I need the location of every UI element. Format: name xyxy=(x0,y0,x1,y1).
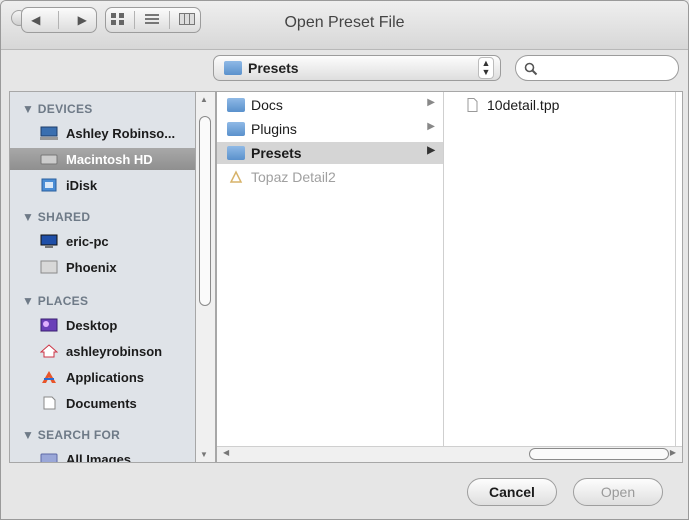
home-icon xyxy=(40,344,58,358)
back-arrow-icon[interactable]: ◀ xyxy=(31,13,40,27)
icon-view-icon[interactable] xyxy=(110,12,125,28)
list-item[interactable]: Plugins ▶ xyxy=(217,118,443,140)
smart-folder-icon xyxy=(40,453,58,462)
server-icon xyxy=(40,260,58,274)
sidebar-item-label: Desktop xyxy=(66,318,118,333)
sidebar-item-eric-pc[interactable]: eric-pc xyxy=(10,230,195,252)
horizontal-scrollbar[interactable]: ◀ ▶ xyxy=(217,446,682,462)
devices-heading: ▼ DEVICES xyxy=(22,102,93,116)
sidebar-item-label: eric-pc xyxy=(66,234,109,249)
sidebar-item-label: ashleyrobinson xyxy=(66,344,163,359)
horizontal-scroll-thumb[interactable] xyxy=(529,448,669,460)
sidebar-item-ashley-robinson[interactable]: Ashley Robinso... xyxy=(10,122,195,144)
sidebar: ▼ DEVICES Ashley Robinso... Macintosh HD… xyxy=(9,91,196,463)
sidebar-item-all-images[interactable]: All Images xyxy=(10,448,195,463)
cancel-button[interactable]: Cancel xyxy=(467,478,557,506)
sidebar-item-label: Macintosh HD xyxy=(66,152,153,167)
search-field[interactable] xyxy=(515,55,679,81)
scroll-left-icon[interactable]: ◀ xyxy=(223,448,229,457)
list-item[interactable]: Docs ▶ xyxy=(217,94,443,116)
sidebar-item-label: Phoenix xyxy=(66,260,117,275)
disclosure-arrow-icon: ▶ xyxy=(427,97,435,108)
scroll-down-icon[interactable]: ▼ xyxy=(200,450,208,459)
open-button[interactable]: Open xyxy=(573,478,663,506)
item-label: Presets xyxy=(251,145,302,161)
location-popup[interactable]: Presets ▲ ▼ xyxy=(213,55,501,81)
sidebar-item-label: Applications xyxy=(66,370,145,385)
sidebar-item-idisk[interactable]: iDisk xyxy=(10,174,195,196)
back-forward-control: ◀ ▶ xyxy=(21,7,97,33)
list-item[interactable]: Presets ▶ xyxy=(217,142,443,164)
folder-icon xyxy=(224,61,242,75)
computer-icon xyxy=(40,126,58,140)
folder-icon xyxy=(227,122,245,136)
scroll-up-icon[interactable]: ▲ xyxy=(200,95,208,104)
documents-icon xyxy=(43,396,56,410)
sidebar-item-label: Documents xyxy=(66,396,137,411)
sidebar-item-label: All Images xyxy=(66,452,132,463)
shared-heading: ▼ SHARED xyxy=(22,210,91,224)
item-label: Plugins xyxy=(251,121,297,137)
item-label: Docs xyxy=(251,97,283,113)
applications-icon xyxy=(42,371,56,383)
list-item[interactable]: 10detail.tpp xyxy=(443,94,675,116)
column-divider[interactable] xyxy=(443,92,444,462)
hard-drive-icon xyxy=(40,154,58,165)
location-label: Presets xyxy=(248,60,299,76)
sidebar-item-macintosh-hd[interactable]: Macintosh HD xyxy=(10,148,195,170)
folder-icon xyxy=(227,146,245,160)
sidebar-item-documents[interactable]: Documents xyxy=(10,392,195,414)
column-browser: Docs ▶ Plugins ▶ Presets ▶ Topaz Detail2… xyxy=(216,91,683,463)
item-label: 10detail.tpp xyxy=(487,97,560,113)
sidebar-item-desktop[interactable]: Desktop xyxy=(10,314,195,336)
sidebar-scroll-thumb[interactable] xyxy=(199,116,211,306)
disclosure-arrow-icon: ▶ xyxy=(427,145,435,156)
sidebar-item-label: Ashley Robinso... xyxy=(66,126,176,141)
sidebar-item-applications[interactable]: Applications xyxy=(10,366,195,388)
forward-arrow-icon[interactable]: ▶ xyxy=(78,13,87,27)
folder-icon xyxy=(227,98,245,112)
document-icon xyxy=(467,98,478,112)
pc-icon xyxy=(40,234,58,248)
item-label: Topaz Detail2 xyxy=(251,169,336,185)
sidebar-item-label: iDisk xyxy=(66,178,98,193)
idisk-icon xyxy=(41,178,57,192)
places-heading: ▼ PLACES xyxy=(22,294,89,308)
open-dialog: Open Preset File ◀ ▶ Presets ▲ ▼ ▼ DEVICE xyxy=(0,0,689,520)
popup-arrows-icon: ▲ ▼ xyxy=(478,57,494,79)
sidebar-item-ashleyrobinson[interactable]: ashleyrobinson xyxy=(10,340,195,362)
sidebar-item-phoenix[interactable]: Phoenix xyxy=(10,256,195,278)
search-for-heading: ▼ SEARCH FOR xyxy=(22,428,121,442)
column-view-icon[interactable] xyxy=(179,12,196,28)
list-item[interactable]: Topaz Detail2 xyxy=(217,166,443,188)
desktop-icon xyxy=(40,318,58,332)
sidebar-scrollbar[interactable]: ▲ ▼ xyxy=(196,91,216,463)
disclosure-arrow-icon: ▶ xyxy=(427,121,435,132)
scroll-right-icon[interactable]: ▶ xyxy=(670,448,676,457)
column-divider[interactable] xyxy=(675,92,676,462)
list-view-icon[interactable] xyxy=(144,13,159,28)
app-icon xyxy=(229,170,243,183)
search-icon xyxy=(524,62,538,76)
search-input[interactable] xyxy=(542,59,674,79)
view-mode-control xyxy=(105,7,201,33)
